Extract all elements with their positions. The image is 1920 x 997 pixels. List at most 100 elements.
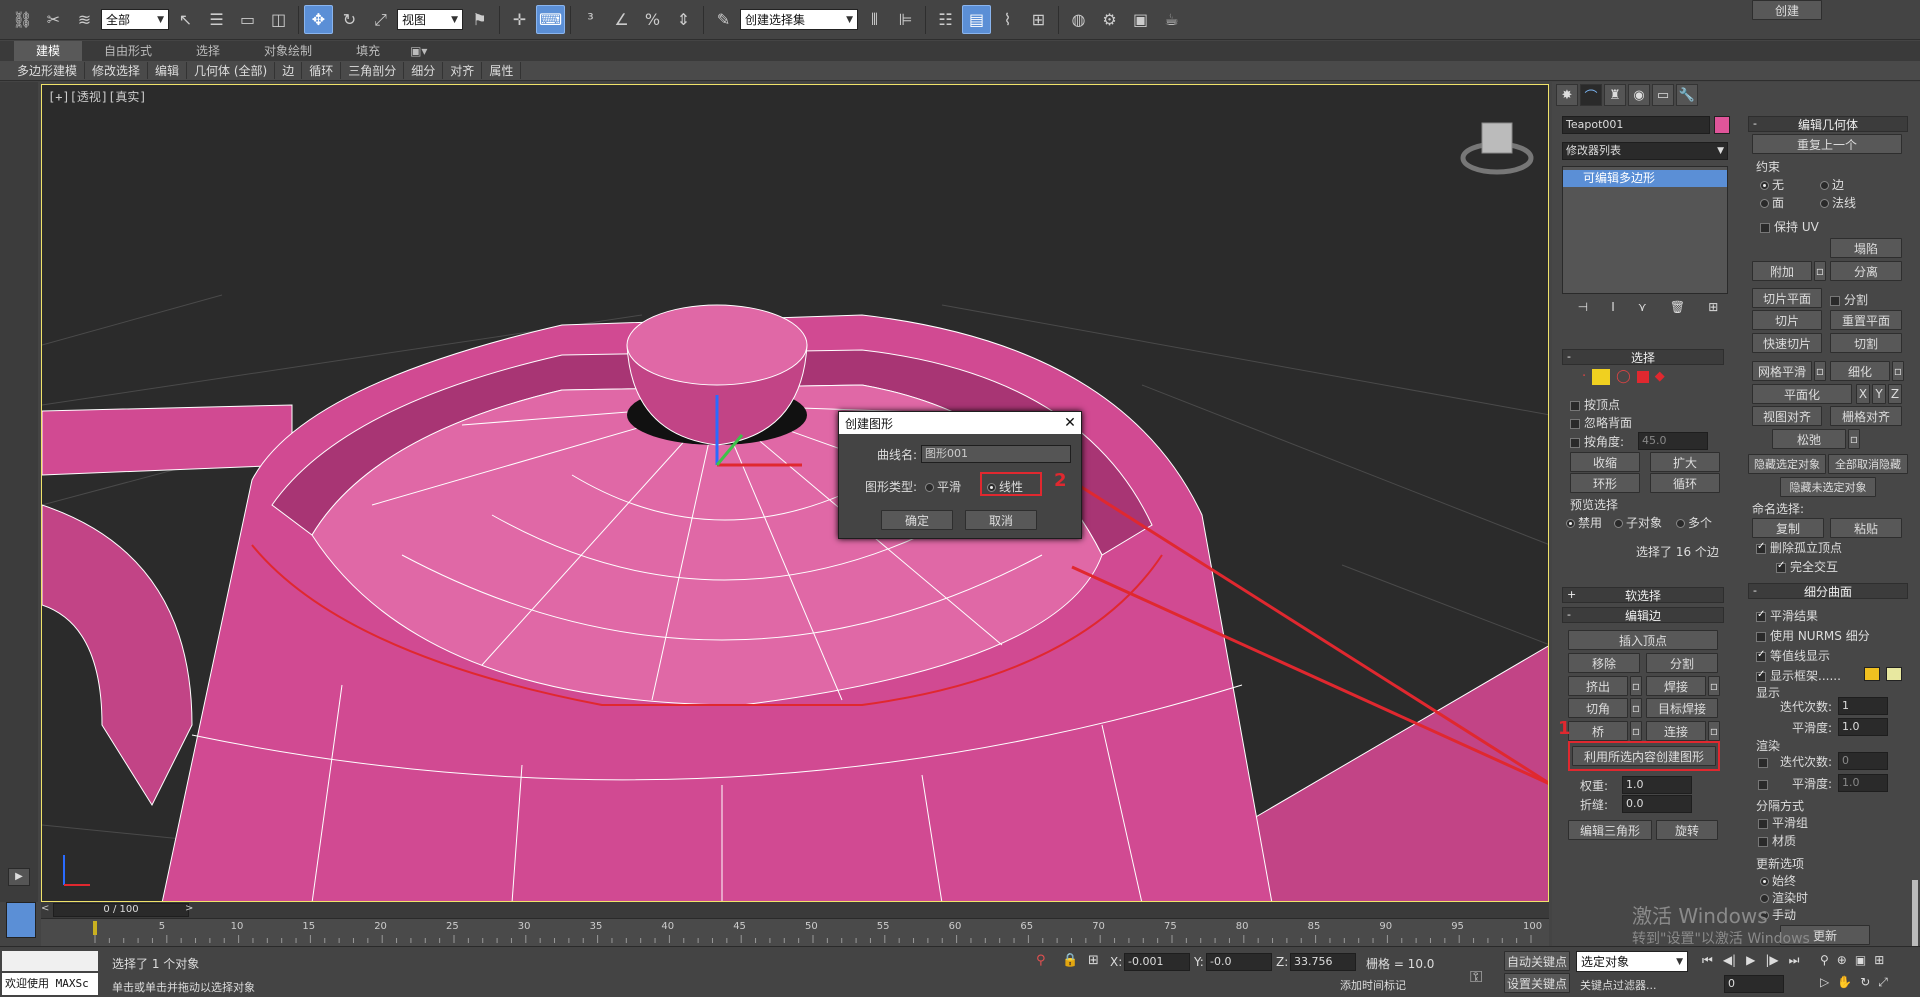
- update-always-option[interactable]: 始终: [1760, 872, 1796, 889]
- viewcube-icon[interactable]: [1481, 122, 1513, 154]
- preview-off-radio[interactable]: [1566, 519, 1575, 528]
- shrink-button[interactable]: 收缩: [1570, 452, 1640, 472]
- target-weld-button[interactable]: 目标焊接: [1646, 698, 1718, 718]
- smoothness-field[interactable]: 1.0: [1838, 718, 1888, 736]
- preview-multi-radio[interactable]: [1676, 519, 1685, 528]
- goto-end-icon[interactable]: ⏭: [1789, 953, 1800, 968]
- layer-manager-icon[interactable]: ☷: [931, 5, 960, 34]
- isolate-icon[interactable]: ⚲: [1036, 953, 1046, 968]
- ribbon-item-properties[interactable]: 属性: [482, 62, 522, 79]
- rect-selection-icon[interactable]: ▭: [233, 5, 262, 34]
- y-field[interactable]: -0.0: [1206, 953, 1272, 971]
- paste-button[interactable]: 粘贴: [1830, 518, 1902, 538]
- orbit-icon[interactable]: ↻: [1860, 975, 1870, 990]
- next-key-icon[interactable]: |▶: [1765, 953, 1778, 968]
- ignore-backface-checkbox[interactable]: [1570, 418, 1580, 429]
- loop-button[interactable]: 循环: [1650, 473, 1720, 493]
- repeat-last-button[interactable]: 重复上一个: [1752, 134, 1902, 154]
- cage-color-swatch[interactable]: [1864, 667, 1880, 681]
- split-row[interactable]: 分割: [1830, 291, 1868, 308]
- ignore-backface-row[interactable]: 忽略背面: [1570, 414, 1632, 431]
- z-field[interactable]: 33.756: [1290, 953, 1356, 971]
- cancel-button[interactable]: 取消: [965, 510, 1037, 530]
- prev-key-icon[interactable]: ◀|: [1723, 953, 1736, 968]
- render-iterations-checkbox[interactable]: [1758, 757, 1768, 768]
- edit-triangulation-button[interactable]: 编辑三角形: [1568, 820, 1652, 840]
- zoom-all-icon[interactable]: ⊕: [1837, 953, 1847, 967]
- auto-key-button[interactable]: 自动关键点: [1504, 951, 1570, 971]
- render-setup-icon[interactable]: ⚙: [1095, 5, 1124, 34]
- render-icon[interactable]: ☕: [1157, 5, 1186, 34]
- x-field[interactable]: -0.001: [1124, 953, 1190, 971]
- ribbon-item-edit[interactable]: 编辑: [148, 62, 188, 79]
- selection-rollout[interactable]: - 选择: [1562, 349, 1724, 365]
- modify-tab-icon[interactable]: ⌒: [1580, 84, 1602, 106]
- extrude-settings-icon[interactable]: ▫: [1630, 676, 1642, 696]
- show-cage-checkbox[interactable]: [1756, 669, 1766, 682]
- stack-item-editable-poly[interactable]: 可编辑多边形: [1563, 170, 1727, 187]
- render-iterations-field[interactable]: 0: [1838, 752, 1888, 770]
- preserve-uv-checkbox[interactable]: [1760, 222, 1770, 233]
- render-iterations-row[interactable]: 迭代次数:: [1758, 753, 1832, 770]
- constraint-face-radio[interactable]: [1760, 199, 1769, 208]
- curve-name-field[interactable]: 图形001: [921, 445, 1071, 463]
- track-bar[interactable]: 5 10 15 20 25 30 35 40 45 50 55 60 65 70 75 80 85 90 95 100: [41, 918, 1549, 946]
- bridge-settings-icon[interactable]: ▫: [1630, 721, 1642, 741]
- remove-modifier-icon[interactable]: 🗑: [1670, 300, 1685, 318]
- crease-field[interactable]: 0.0: [1622, 795, 1692, 813]
- preserve-uv-row[interactable]: 保持 UV: [1760, 218, 1819, 235]
- view-align-button[interactable]: 视图对齐: [1752, 406, 1822, 426]
- ribbon-item-geometry-all[interactable]: 几何体 (全部): [187, 62, 276, 79]
- grow-button[interactable]: 扩大: [1650, 452, 1720, 472]
- angle-snap-icon[interactable]: ∠: [607, 5, 636, 34]
- show-cage-row[interactable]: 显示框架......: [1756, 667, 1841, 684]
- expand-icon[interactable]: ▶: [8, 868, 30, 886]
- iterations-field[interactable]: 1: [1838, 697, 1888, 715]
- tab-populate[interactable]: 填充: [334, 41, 402, 61]
- full-interactivity-row[interactable]: 完全交互: [1776, 558, 1838, 575]
- ribbon-options-icon[interactable]: ▣▾: [402, 41, 435, 61]
- sm-groups-row[interactable]: 平滑组: [1758, 814, 1808, 831]
- spinner-snap-icon[interactable]: ⇕: [669, 5, 698, 34]
- quickslice-button[interactable]: 快速切片: [1752, 333, 1822, 353]
- show-end-icon[interactable]: Ⅰ: [1611, 300, 1615, 318]
- planarize-button[interactable]: 平面化: [1752, 384, 1852, 404]
- named-selection-dropdown[interactable]: 创建选择集 ▼: [740, 9, 858, 30]
- zoom-extents-all-icon[interactable]: ⊞: [1874, 953, 1884, 967]
- select-manipulate-icon[interactable]: ✛: [505, 5, 534, 34]
- delete-isolated-row[interactable]: 删除孤立顶点: [1756, 539, 1842, 556]
- polygon-icon[interactable]: [1636, 371, 1649, 383]
- preview-off-option[interactable]: 禁用: [1566, 514, 1602, 531]
- detach-button[interactable]: 分离: [1830, 261, 1902, 281]
- move-icon[interactable]: ✥: [304, 5, 333, 34]
- connect-settings-icon[interactable]: ▫: [1708, 721, 1720, 741]
- goto-start-icon[interactable]: ⏮: [1702, 953, 1713, 968]
- cut-button[interactable]: 切割: [1830, 333, 1902, 353]
- by-vertex-checkbox[interactable]: [1570, 400, 1580, 411]
- mirror-icon[interactable]: ⫴: [860, 5, 889, 34]
- reset-plane-button[interactable]: 重置平面: [1830, 310, 1902, 330]
- object-color-swatch[interactable]: [1714, 116, 1730, 134]
- use-nurms-checkbox[interactable]: [1756, 631, 1766, 642]
- tab-freeform[interactable]: 自由形式: [82, 41, 174, 61]
- close-icon[interactable]: ✕: [1059, 415, 1081, 431]
- set-key-button[interactable]: 设置关键点: [1504, 973, 1570, 993]
- ribbon-toggle-icon[interactable]: ▤: [962, 5, 991, 34]
- curve-editor-icon[interactable]: ⌇: [993, 5, 1022, 34]
- by-angle-checkbox[interactable]: [1570, 437, 1580, 448]
- constraint-none-radio[interactable]: [1760, 181, 1769, 190]
- full-interactivity-checkbox[interactable]: [1776, 560, 1786, 573]
- subdivision-rollout[interactable]: - 细分曲面: [1748, 583, 1908, 599]
- attach-settings-icon[interactable]: ▫: [1814, 261, 1826, 281]
- create-button[interactable]: 创建: [1752, 0, 1822, 20]
- hierarchy-tab-icon[interactable]: ♜: [1604, 84, 1626, 106]
- mini-curve-editor-icon[interactable]: [6, 902, 36, 938]
- ribbon-item-poly-modeling[interactable]: 多边形建模: [10, 62, 86, 79]
- relax-button[interactable]: 松弛: [1772, 429, 1846, 449]
- constraint-normal-radio[interactable]: [1820, 199, 1829, 208]
- pivot-center-icon[interactable]: ⚑: [465, 5, 494, 34]
- sm-groups-checkbox[interactable]: [1758, 818, 1768, 829]
- zoom-extents-icon[interactable]: ▣: [1855, 953, 1866, 967]
- constraint-edge-radio[interactable]: [1820, 181, 1829, 190]
- turn-button[interactable]: 旋转: [1656, 820, 1718, 840]
